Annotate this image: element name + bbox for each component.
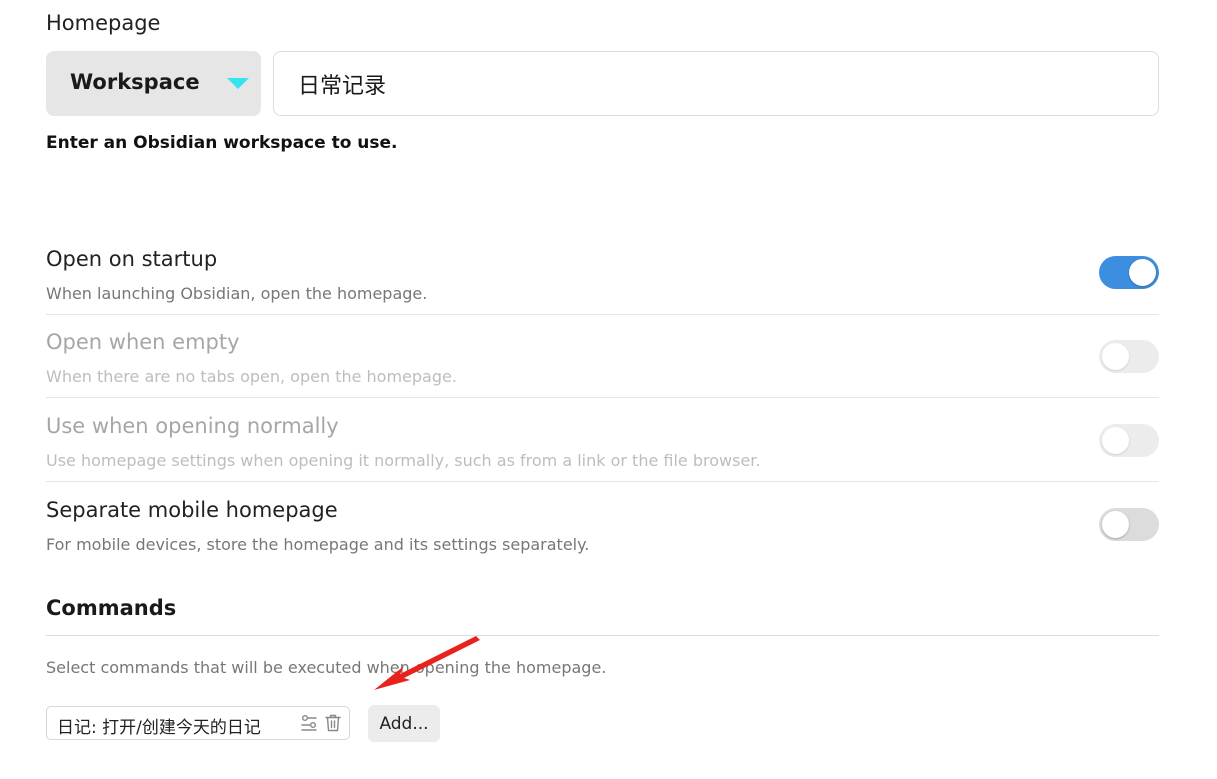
toggle-knob bbox=[1102, 343, 1129, 370]
setting-title: Separate mobile homepage bbox=[46, 498, 338, 522]
command-item: 日记: 打开/创建今天的日记 bbox=[46, 706, 350, 740]
trash-icon[interactable] bbox=[323, 713, 343, 733]
divider bbox=[46, 314, 1159, 315]
toggle-knob bbox=[1102, 427, 1129, 454]
open-when-empty-toggle[interactable] bbox=[1099, 340, 1159, 373]
open-on-startup-toggle[interactable] bbox=[1099, 256, 1159, 289]
setting-open-when-empty: Open when empty When there are no tabs o… bbox=[46, 330, 1159, 414]
setting-title: Use when opening normally bbox=[46, 414, 339, 438]
homepage-type-select[interactable]: Workspace bbox=[46, 51, 261, 116]
homepage-helper-text: Enter an Obsidian workspace to use. bbox=[46, 133, 398, 153]
toggle-knob bbox=[1129, 259, 1156, 286]
chevron-down-icon bbox=[227, 78, 249, 89]
setting-use-when-opening-normally: Use when opening normally Use homepage s… bbox=[46, 414, 1159, 498]
toggle-knob bbox=[1102, 511, 1129, 538]
homepage-type-value: Workspace bbox=[70, 70, 200, 94]
command-item-label: 日记: 打开/创建今天的日记 bbox=[57, 718, 261, 738]
setting-title: Open on startup bbox=[46, 247, 218, 271]
divider bbox=[46, 635, 1159, 636]
workspace-name-input[interactable] bbox=[273, 51, 1159, 116]
setting-description: When launching Obsidian, open the homepa… bbox=[46, 284, 428, 303]
divider bbox=[46, 481, 1159, 482]
divider bbox=[46, 397, 1159, 398]
use-when-opening-normally-toggle[interactable] bbox=[1099, 424, 1159, 457]
homepage-label: Homepage bbox=[46, 11, 161, 35]
setting-title: Open when empty bbox=[46, 330, 240, 354]
commands-description: Select commands that will be executed wh… bbox=[46, 658, 607, 677]
commands-heading: Commands bbox=[46, 596, 177, 620]
setting-open-on-startup: Open on startup When launching Obsidian,… bbox=[46, 247, 1159, 331]
homepage-row: Workspace bbox=[46, 51, 1159, 116]
settings-sliders-icon[interactable] bbox=[299, 713, 319, 733]
add-command-button[interactable]: Add... bbox=[368, 705, 440, 742]
setting-description: When there are no tabs open, open the ho… bbox=[46, 367, 457, 386]
setting-description: For mobile devices, store the homepage a… bbox=[46, 535, 590, 554]
setting-separate-mobile-homepage: Separate mobile homepage For mobile devi… bbox=[46, 498, 1159, 582]
homepage-settings-panel: Homepage Workspace Enter an Obsidian wor… bbox=[0, 0, 1217, 779]
setting-description: Use homepage settings when opening it no… bbox=[46, 451, 761, 470]
separate-mobile-homepage-toggle[interactable] bbox=[1099, 508, 1159, 541]
